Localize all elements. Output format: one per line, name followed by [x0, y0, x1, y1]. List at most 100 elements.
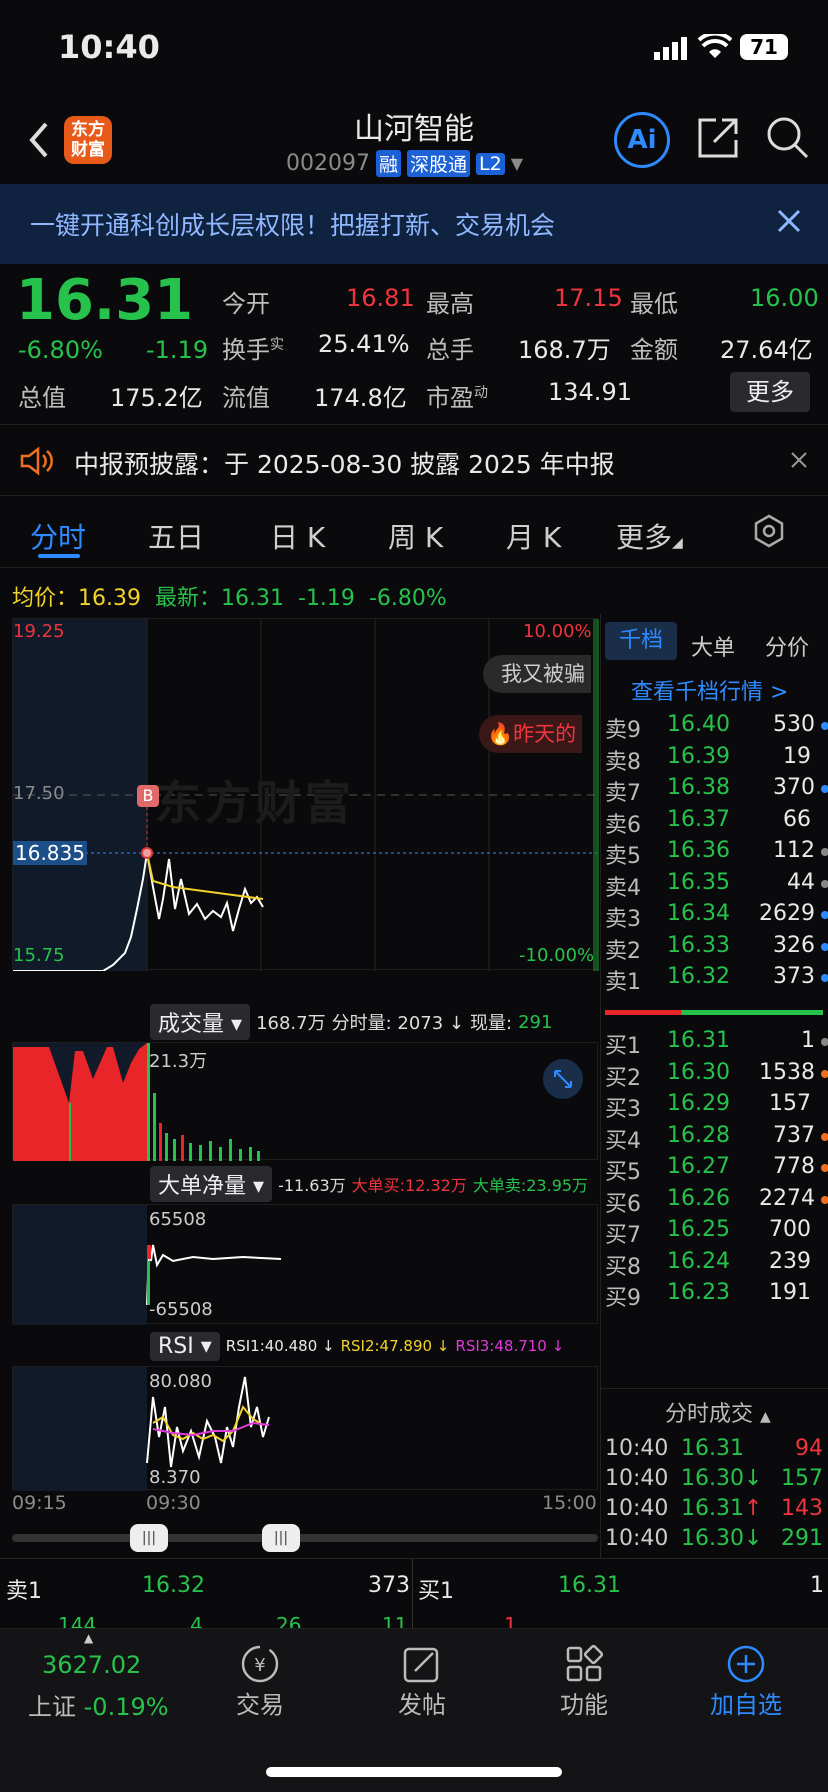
- order-flag-dot: [821, 785, 828, 793]
- tab-depth[interactable]: 千档: [605, 622, 677, 660]
- tab-week-k[interactable]: 周 K: [388, 516, 443, 556]
- pct-axis-bottom: -10.00%: [519, 945, 595, 966]
- buy-marker[interactable]: B: [137, 785, 159, 807]
- nav-functions[interactable]: 功能: [514, 1643, 654, 1720]
- wifi-icon: [697, 31, 733, 60]
- depth-link[interactable]: 查看千档行情 >: [631, 674, 788, 706]
- tab-five-day[interactable]: 五日: [148, 516, 204, 556]
- stock-code: 002097: [286, 151, 370, 176]
- high-label: 最高: [426, 290, 474, 318]
- rsi-chart[interactable]: 80.080 8.370: [12, 1366, 598, 1491]
- range-slider-left-handle[interactable]: |||: [130, 1524, 168, 1552]
- amount-label: 金额: [630, 336, 678, 364]
- latest-pct: -6.80%: [368, 586, 447, 611]
- trade-row: 10:40 16.30↓ 157: [601, 1464, 828, 1498]
- nav-trade[interactable]: ¥ 交易: [190, 1643, 330, 1720]
- tab-month-k[interactable]: 月 K: [506, 516, 561, 556]
- trades-header[interactable]: 分时成交 ▲: [665, 1396, 771, 1428]
- minute-volume: 分时量: 2073 ↓: [331, 1013, 464, 1034]
- trade-volume: 94: [795, 1436, 823, 1461]
- expand-icon[interactable]: [543, 1059, 583, 1099]
- ask-price: 16.35: [667, 869, 730, 895]
- order-flag-dot: [821, 1038, 828, 1046]
- tab-price-dist[interactable]: 分价: [765, 630, 809, 662]
- hot-comment-bubble[interactable]: 🔥昨天的: [479, 715, 583, 753]
- bid-volume: 239: [769, 1248, 811, 1274]
- tab-big-order[interactable]: 大单: [691, 630, 735, 662]
- ask-volume: 112: [773, 838, 815, 863]
- trade-row: 10:40 16.30↓ 291: [601, 1524, 828, 1558]
- settings-icon[interactable]: [752, 514, 786, 548]
- ask-volume: 326: [773, 932, 815, 958]
- price-chart[interactable]: 东方财富 B 19.25 17.50 16.835 15.75 10.00% -…: [12, 618, 599, 971]
- notice-bar[interactable]: 中报预披露：于 2025-08-30 披露 2025 年中报: [0, 424, 828, 496]
- bid-price: 16.29: [667, 1091, 730, 1116]
- ask-volume: 19: [783, 743, 811, 769]
- order-flag-dot: [821, 911, 828, 919]
- banner-text: 一键开通科创成长层权限！把握打新、交易机会: [30, 211, 556, 240]
- bid-volume: 191: [769, 1280, 811, 1305]
- pe-value: 134.91: [548, 378, 632, 406]
- current-price: 16.31: [16, 268, 194, 333]
- current-volume: 291: [518, 1011, 553, 1033]
- tab-more[interactable]: 更多◢: [616, 516, 683, 556]
- bid-row[interactable]: 买9 16.23 191: [601, 1276, 828, 1312]
- sell1-volume: 373: [368, 1573, 410, 1598]
- ai-button[interactable]: Ai: [614, 112, 670, 168]
- ask-price: 16.32: [667, 964, 730, 989]
- bid-price: 16.23: [667, 1280, 730, 1305]
- big-order-sell: 大单卖:23.95万: [472, 1176, 589, 1195]
- volume-chart[interactable]: 21.3万: [12, 1042, 598, 1161]
- divider: [412, 1559, 413, 1629]
- open-label: 今开: [222, 290, 270, 318]
- ask-volume: 2629: [759, 901, 815, 926]
- index-row[interactable]: 上证 -0.19%: [28, 1687, 169, 1722]
- index-value[interactable]: 3627.02: [42, 1651, 141, 1679]
- change-value: -1.19: [146, 336, 209, 364]
- home-indicator: [266, 1767, 562, 1777]
- add-icon: [676, 1643, 816, 1685]
- volume-selector[interactable]: 成交量 ▾: [150, 1004, 251, 1040]
- latest-change: -1.19: [298, 586, 355, 611]
- search-icon[interactable]: [764, 114, 810, 160]
- trade-price: 16.30↓: [681, 1526, 763, 1551]
- bid-volume: 778: [773, 1154, 815, 1179]
- ask-volume: 373: [773, 964, 815, 989]
- trade-time: 10:40: [605, 1496, 669, 1521]
- bid-volume: 2274: [759, 1185, 815, 1211]
- connect-tag: 深股通: [407, 150, 471, 177]
- index-expand-icon[interactable]: ▲: [84, 1631, 93, 1645]
- trade-row: 10:40 16.31↑ 143: [601, 1494, 828, 1528]
- ask-price: 16.33: [667, 932, 730, 958]
- big-order-net: -11.63万: [278, 1176, 346, 1195]
- quote-panel: 16.31 -6.80% -1.19 今开 16.81 最高 17.15 最低 …: [0, 264, 828, 424]
- dropdown-icon[interactable]: ▼: [511, 154, 523, 173]
- battery-icon: 71: [740, 34, 788, 60]
- nav-post[interactable]: 发帖: [352, 1643, 492, 1720]
- order-flag-dot: [821, 1164, 828, 1172]
- comment-bubble[interactable]: 我又被骗: [483, 655, 591, 693]
- rsi-selector[interactable]: RSI ▾: [150, 1331, 220, 1361]
- tab-day-k[interactable]: 日 K: [270, 516, 325, 556]
- close-notice-icon[interactable]: [790, 451, 808, 469]
- intraday-chart-area: 均价：16.39 最新：16.31 -1.19 -6.80% 东方财富 B 19…: [0, 568, 600, 1558]
- ask-row[interactable]: 卖1 16.32 373: [601, 960, 828, 996]
- crosshair-price: 16.835: [13, 841, 87, 865]
- share-icon[interactable]: [696, 116, 740, 160]
- range-slider-right-handle[interactable]: |||: [262, 1524, 300, 1552]
- margin-tag: 融: [375, 150, 401, 177]
- big-order-chart[interactable]: 65508 -65508: [12, 1204, 598, 1325]
- close-icon[interactable]: [776, 208, 802, 234]
- price-axis-mid: 17.50: [13, 783, 65, 804]
- ask-volume: 66: [783, 806, 811, 832]
- bid-price: 16.27: [667, 1154, 730, 1179]
- more-button[interactable]: 更多: [730, 372, 810, 412]
- promo-banner[interactable]: 一键开通科创成长层权限！把握打新、交易机会: [0, 184, 828, 264]
- range-slider-track[interactable]: [12, 1534, 598, 1542]
- tab-intraday[interactable]: 分时: [30, 516, 86, 556]
- amount-value: 27.64亿: [720, 336, 813, 364]
- bid-volume: 1: [801, 1028, 815, 1053]
- nav-add-watchlist[interactable]: 加自选: [676, 1643, 816, 1720]
- big-order-selector[interactable]: 大单净量 ▾: [150, 1166, 273, 1202]
- ask-price: 16.38: [667, 775, 730, 800]
